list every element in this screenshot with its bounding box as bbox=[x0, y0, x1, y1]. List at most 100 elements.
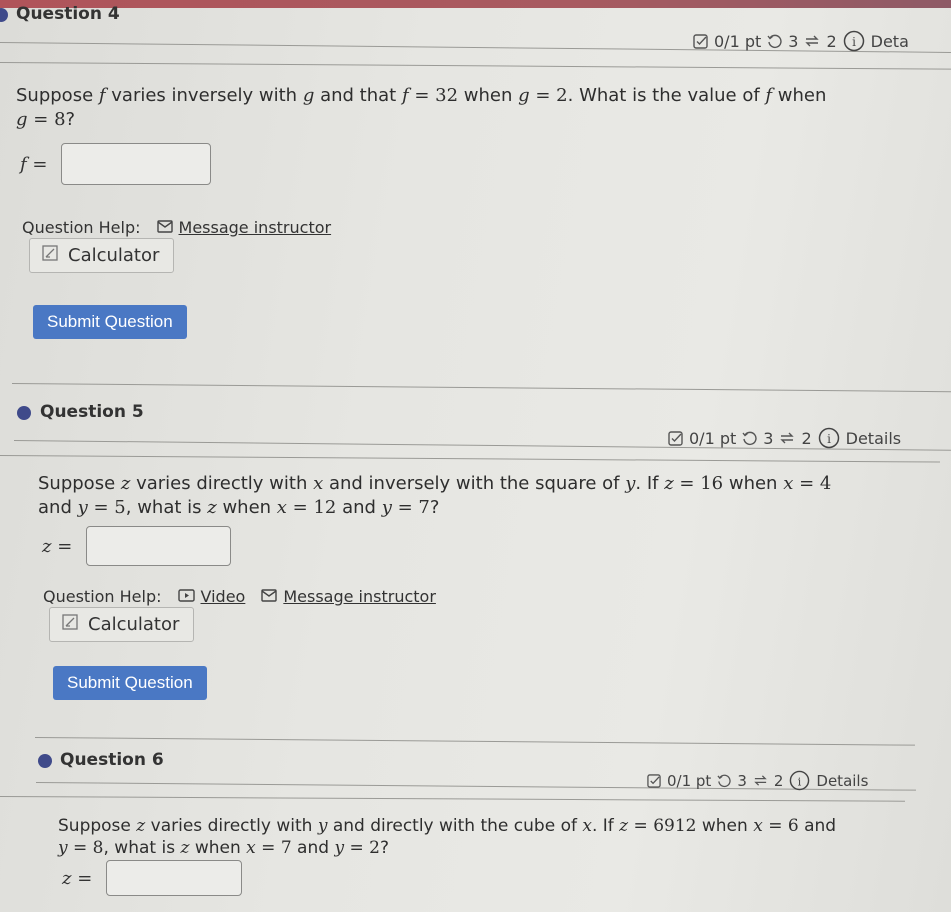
math-variable: x bbox=[582, 816, 592, 836]
text-fragment: varies directly with bbox=[130, 473, 314, 494]
math-variable: y bbox=[58, 838, 68, 858]
answer-input[interactable] bbox=[106, 860, 243, 896]
question-text-line-2: y = 8, what is z when x = 7 and y = 2? bbox=[58, 836, 389, 860]
math-value: 16 bbox=[700, 473, 724, 494]
math-value: = bbox=[344, 838, 370, 858]
math-variable: y bbox=[381, 497, 392, 518]
math-variable: g bbox=[16, 109, 28, 130]
text-fragment: varies directly with bbox=[145, 816, 318, 836]
question-text-line-2: and y = 5, what is z when x = 12 and y =… bbox=[38, 496, 439, 520]
math-variable: y bbox=[625, 473, 636, 494]
retry-icon bbox=[767, 34, 782, 49]
math-variable: z bbox=[120, 473, 131, 494]
text-fragment: and inversely with the square of bbox=[323, 473, 626, 494]
details-link[interactable]: Details bbox=[846, 429, 901, 448]
video-icon bbox=[177, 587, 195, 606]
math-variable: g bbox=[518, 85, 530, 106]
math-value: 7 bbox=[418, 497, 430, 518]
math-variable: z bbox=[664, 473, 674, 494]
math-value: = bbox=[793, 473, 820, 494]
text-fragment: . If bbox=[635, 473, 665, 494]
calculator-label: Calculator bbox=[88, 614, 180, 635]
math-value: 6912 bbox=[653, 816, 697, 836]
svg-text:i: i bbox=[827, 432, 831, 446]
text-fragment: when bbox=[216, 497, 277, 518]
question-text-line-1: Suppose f varies inversely with g and th… bbox=[16, 84, 826, 108]
info-icon[interactable]: i bbox=[818, 427, 840, 449]
text-fragment: and bbox=[291, 838, 335, 858]
text-fragment: and bbox=[336, 497, 382, 518]
retries-count: 3 bbox=[763, 428, 774, 448]
math-variable: x bbox=[276, 497, 287, 518]
mail-icon bbox=[261, 587, 278, 606]
math-variable: y bbox=[317, 816, 328, 836]
math-value: = bbox=[286, 497, 314, 518]
math-value: 6 bbox=[787, 816, 799, 836]
question-text-line-1: Suppose z varies directly with x and inv… bbox=[38, 472, 831, 496]
divider bbox=[0, 796, 905, 802]
answer-input[interactable] bbox=[61, 143, 212, 185]
mail-icon bbox=[156, 218, 173, 237]
answer-input[interactable] bbox=[86, 526, 232, 566]
math-variable: g bbox=[302, 85, 315, 106]
math-value: = bbox=[673, 473, 701, 494]
details-link[interactable]: Deta bbox=[871, 32, 909, 51]
question-meta: 0/1 pt 3 2 i Deta bbox=[693, 30, 909, 52]
answer-label: f = bbox=[20, 153, 48, 175]
svg-text:i: i bbox=[852, 35, 856, 49]
question-help-label: Question Help: bbox=[22, 218, 141, 237]
question-bullet bbox=[0, 8, 8, 22]
video-link[interactable]: Video bbox=[201, 587, 246, 606]
math-value: = bbox=[628, 816, 654, 836]
math-variable: y bbox=[77, 497, 88, 518]
text-fragment: when bbox=[458, 85, 519, 106]
text-fragment: and that bbox=[314, 85, 402, 106]
attempts-count: 2 bbox=[826, 31, 837, 51]
score: 0/1 pt bbox=[689, 428, 737, 448]
math-value: 7 bbox=[280, 838, 292, 858]
math-variable: x bbox=[313, 473, 324, 494]
calculator-button[interactable]: Calculator bbox=[29, 238, 175, 273]
attempts-icon bbox=[804, 33, 820, 49]
retries-count: 3 bbox=[788, 31, 799, 51]
question-meta: 0/1 pt 3 2 i Details bbox=[668, 427, 901, 449]
browser-top-bar bbox=[0, 0, 951, 8]
question-meta: 0/1 pt 3 2 i Details bbox=[647, 770, 868, 791]
question-title: Question 5 bbox=[40, 402, 144, 422]
text-fragment: . What is the value of bbox=[567, 85, 766, 106]
svg-text:i: i bbox=[798, 774, 802, 788]
question-text-line-1: Suppose z varies directly with y and dir… bbox=[58, 814, 836, 838]
submit-question-button[interactable]: Submit Question bbox=[53, 666, 207, 700]
attempts-icon bbox=[779, 430, 795, 446]
details-link[interactable]: Details bbox=[816, 772, 868, 790]
section-divider bbox=[11, 383, 951, 393]
retries-count: 3 bbox=[737, 771, 747, 790]
calculator-button[interactable]: Calculator bbox=[49, 607, 195, 642]
checkbox-score-icon bbox=[693, 33, 708, 49]
score: 0/1 pt bbox=[667, 771, 712, 790]
question-bullet bbox=[38, 754, 52, 768]
math-variable: x bbox=[753, 816, 763, 836]
info-icon[interactable]: i bbox=[789, 770, 810, 791]
math-value: = bbox=[762, 816, 788, 836]
info-icon[interactable]: i bbox=[843, 30, 865, 52]
math-value: 12 bbox=[313, 497, 337, 518]
math-variable: x bbox=[246, 838, 256, 858]
text-fragment: when bbox=[189, 838, 247, 858]
calculator-icon bbox=[62, 614, 78, 635]
message-instructor-link[interactable]: Message instructor bbox=[283, 587, 436, 606]
text-fragment: when bbox=[772, 85, 827, 106]
question-help-label: Question Help: bbox=[43, 587, 162, 606]
text-fragment: when bbox=[723, 473, 784, 494]
math-value: 2 bbox=[556, 85, 568, 106]
message-instructor-link[interactable]: Message instructor bbox=[179, 218, 332, 237]
text-fragment: and bbox=[798, 816, 837, 836]
text-fragment: , what is bbox=[103, 838, 181, 858]
text-fragment: and directly with the cube of bbox=[327, 816, 583, 836]
question-title: Question 6 bbox=[60, 750, 164, 770]
math-variable: z bbox=[619, 816, 629, 836]
math-value: = bbox=[408, 85, 436, 106]
text-fragment: ? bbox=[65, 109, 76, 130]
question-bullet bbox=[17, 406, 31, 420]
submit-question-button[interactable]: Submit Question bbox=[33, 305, 187, 339]
